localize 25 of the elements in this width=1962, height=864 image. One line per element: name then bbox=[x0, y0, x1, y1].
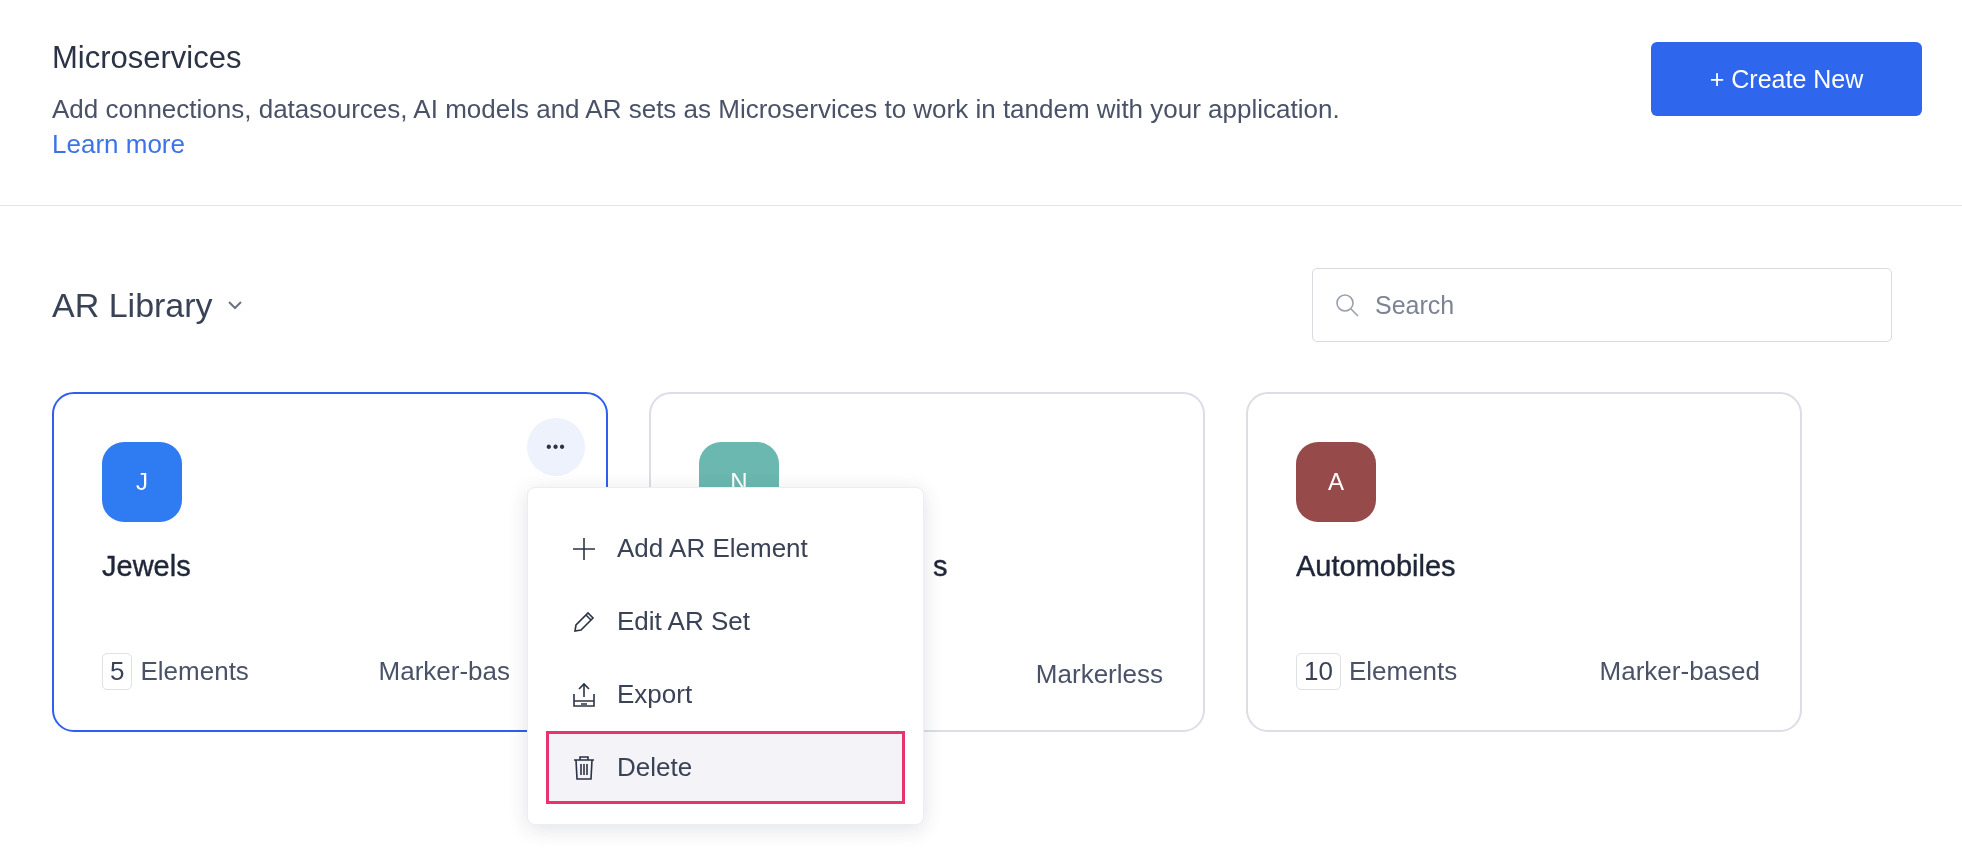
page-description: Add connections, datasources, AI models and AR sets as Microservices to work in tandem with your application. bbox=[52, 94, 1340, 125]
tracking-type: Marker-based bbox=[1599, 656, 1760, 687]
search-field[interactable]: Search bbox=[1312, 268, 1892, 342]
tracking-type: Markerless bbox=[1035, 659, 1163, 690]
caret-icon[interactable] bbox=[226, 300, 243, 310]
search-icon bbox=[1334, 292, 1360, 318]
initial-avatar: A bbox=[1296, 442, 1376, 522]
upload-icon bbox=[571, 681, 597, 708]
card-title: Automobiles bbox=[1296, 550, 1457, 583]
page-title: Microservices bbox=[52, 40, 243, 76]
element-count: 5 bbox=[102, 653, 133, 690]
card-title: s bbox=[932, 550, 949, 583]
initial-avatar: J bbox=[102, 442, 182, 522]
plus-icon bbox=[571, 535, 597, 562]
trash-icon bbox=[571, 754, 597, 781]
count-label: Elements bbox=[140, 656, 249, 687]
library-title: AR Library bbox=[52, 285, 213, 325]
card-title: Jewels bbox=[102, 550, 192, 583]
create-new-button[interactable]: + Create New bbox=[1651, 42, 1922, 116]
ar-set-card[interactable]: A Automobiles 10 Elements Marker-based bbox=[1246, 392, 1802, 732]
tracking-type: Marker-bas bbox=[378, 656, 510, 687]
element-count: 10 bbox=[1296, 653, 1341, 690]
menu-item[interactable]: Delete bbox=[546, 731, 905, 804]
learn-more-link[interactable]: Learn more bbox=[52, 129, 185, 160]
count-label: Elements bbox=[1348, 656, 1458, 687]
